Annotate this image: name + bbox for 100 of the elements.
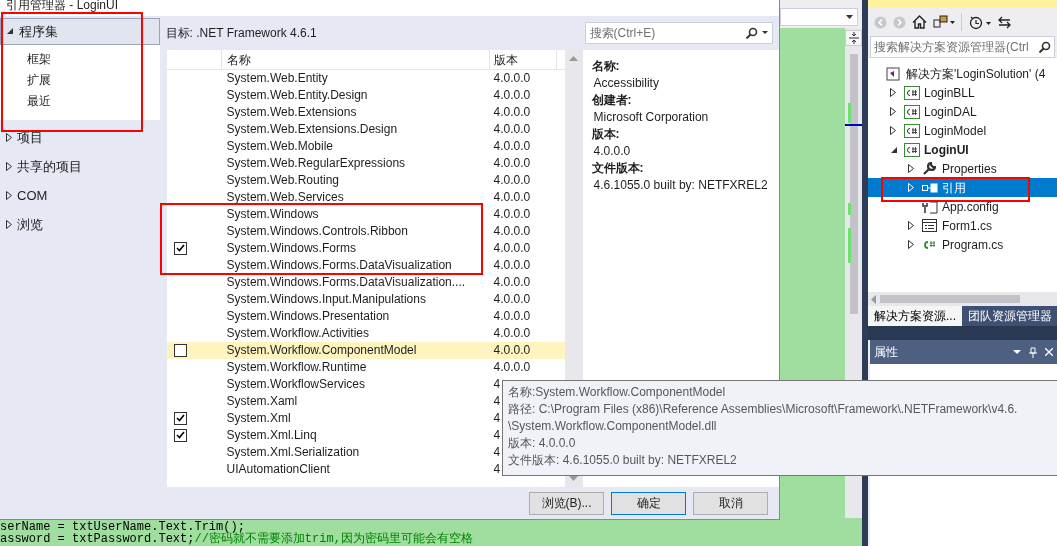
table-row[interactable]: System.Workflow.ComponentModel 4.0.0.0 bbox=[166, 341, 565, 359]
table-row[interactable]: System.Windows 4.0.0.0 bbox=[166, 205, 565, 223]
table-row[interactable]: System.Web.Mobile 4.0.0.0 bbox=[166, 137, 565, 155]
search-field[interactable]: 搜索解决方案资源管理器(Ctrl bbox=[870, 36, 1055, 58]
dialog-button[interactable]: 确定 bbox=[611, 491, 686, 515]
nav-subitem[interactable]: 框架 bbox=[0, 48, 160, 70]
tree-item[interactable]: App.config bbox=[868, 197, 1057, 216]
assembly-version: 4 bbox=[492, 427, 501, 445]
nav-item[interactable]: COM bbox=[0, 181, 160, 209]
expand-arrow-icon[interactable] bbox=[908, 221, 914, 230]
window-title: 引用管理器 - LoginUI bbox=[0, 0, 779, 16]
assembly-version: 4.0.0.0 bbox=[492, 155, 531, 173]
nav-item[interactable]: 浏览 bbox=[0, 210, 160, 238]
expand-arrow-icon[interactable] bbox=[6, 219, 12, 229]
checkbox[interactable] bbox=[173, 428, 187, 442]
column-header[interactable]: 版本 bbox=[489, 49, 557, 69]
collapse-arrow-icon[interactable] bbox=[6, 27, 14, 36]
collapse-arrow-icon[interactable] bbox=[890, 145, 898, 154]
tree-item[interactable]: LoginModel bbox=[868, 121, 1057, 140]
assembly-name: System.Web.Extensions.Design bbox=[225, 121, 399, 139]
sync-icon[interactable] bbox=[933, 15, 955, 29]
table-row[interactable]: System.Web.Entity 4.0.0.0 bbox=[166, 69, 565, 87]
table-row[interactable]: System.Windows.Forms.DataVisualization.... 4.0.0.0 bbox=[166, 273, 565, 291]
table-row[interactable]: System.Windows.Input.Manipulations 4.0.0.0 bbox=[166, 290, 565, 308]
pin-icon[interactable] bbox=[1029, 346, 1037, 358]
table-row[interactable]: System.Web.RegularExpressions 4.0.0.0 bbox=[166, 154, 565, 172]
tooltip-line: 文件版本: 4.6.1055.0 built by: NETFXREL2 bbox=[508, 452, 738, 469]
assembly-version: 4.0.0.0 bbox=[492, 240, 531, 258]
search-icon bbox=[1038, 41, 1051, 53]
tree-item[interactable]: Form1.cs bbox=[868, 216, 1057, 235]
expand-arrow-icon[interactable] bbox=[908, 164, 914, 173]
tree-item[interactable]: 引用 bbox=[868, 178, 1057, 197]
horizontal-scrollbar[interactable] bbox=[868, 292, 1057, 306]
checkbox[interactable] bbox=[173, 343, 187, 357]
assembly-name: System.Windows bbox=[225, 206, 320, 224]
expand-arrow-icon[interactable] bbox=[6, 161, 12, 171]
close-icon[interactable] bbox=[1045, 348, 1053, 356]
wrench-icon bbox=[922, 161, 936, 176]
nav-subitem[interactable]: 最近 bbox=[0, 90, 160, 112]
expand-arrow-icon[interactable] bbox=[908, 240, 914, 249]
tree-item[interactable]: LoginUI bbox=[868, 140, 1057, 159]
assembly-version: 4.0.0.0 bbox=[492, 206, 531, 224]
tree-item[interactable]: Program.cs bbox=[868, 235, 1057, 254]
tooltip-line: 名称:System.Workflow.ComponentModel bbox=[508, 384, 727, 401]
detail-value: Microsoft Corporation bbox=[592, 108, 710, 126]
checkbox[interactable] bbox=[173, 241, 187, 255]
expand-arrow-icon[interactable] bbox=[890, 107, 896, 116]
assembly-name: System.Workflow.Runtime bbox=[225, 359, 368, 377]
expand-arrow-icon[interactable] bbox=[890, 88, 896, 97]
csharp-project-icon bbox=[904, 123, 920, 138]
detail-label: 文件版本: bbox=[591, 159, 645, 177]
expand-arrow-icon[interactable] bbox=[6, 190, 12, 200]
panel-tab[interactable]: 解决方案资源... bbox=[868, 306, 962, 326]
detail-label: 创建者: bbox=[591, 91, 633, 109]
caret-icon[interactable] bbox=[762, 31, 768, 35]
table-row[interactable]: System.Web.Services 4.0.0.0 bbox=[166, 188, 565, 206]
dialog-button[interactable]: 取消 bbox=[693, 491, 768, 515]
tree-item[interactable]: LoginBLL bbox=[868, 83, 1057, 102]
table-row[interactable]: System.Web.Extensions 4.0.0.0 bbox=[166, 103, 565, 121]
assembly-name: System.Windows.Input.Manipulations bbox=[225, 291, 427, 309]
tooltip-line: 路径: C:\Program Files (x86)\Reference Assemblies\Microsoft\Framework\.NETFramework\v4.6. bbox=[508, 401, 1019, 418]
assembly-name: System.Xml.Linq bbox=[225, 427, 318, 445]
assembly-name: System.Workflow.ComponentModel bbox=[225, 342, 418, 360]
search-field[interactable]: 搜索(Ctrl+E) bbox=[584, 21, 773, 44]
history-icon[interactable] bbox=[968, 14, 992, 30]
column-header[interactable]: 名称 bbox=[221, 49, 490, 69]
table-row[interactable]: System.Windows.Controls.Ribbon 4.0.0.0 bbox=[166, 222, 565, 240]
tree-item[interactable]: Properties bbox=[868, 159, 1057, 178]
assembly-name: System.Workflow.Activities bbox=[225, 325, 371, 343]
assembly-version: 4.0.0.0 bbox=[492, 308, 531, 326]
table-row[interactable]: System.Windows.Forms.DataVisualization 4.0.0.0 bbox=[166, 256, 565, 274]
table-row[interactable]: System.Workflow.Activities 4.0.0.0 bbox=[166, 324, 565, 342]
expand-arrow-icon[interactable] bbox=[6, 132, 12, 142]
dialog-button[interactable]: 浏览(B)... bbox=[529, 491, 604, 515]
swap-arrows-icon[interactable] bbox=[998, 15, 1011, 29]
assembly-version: 4 bbox=[492, 393, 501, 411]
checkbox[interactable] bbox=[173, 411, 187, 425]
table-row[interactable]: System.Web.Entity.Design 4.0.0.0 bbox=[166, 86, 565, 104]
caret-icon[interactable] bbox=[1013, 350, 1021, 354]
nav-subitem[interactable]: 扩展 bbox=[0, 69, 160, 91]
nav-item[interactable]: 程序集 bbox=[0, 17, 160, 45]
tree-item[interactable]: 解决方案'LoginSolution' (4 bbox=[868, 64, 1057, 83]
code-text: serName = txtUserName.Text.Trim(); bbox=[0, 521, 245, 534]
table-row[interactable]: System.Web.Routing 4.0.0.0 bbox=[166, 171, 565, 189]
table-row[interactable]: System.Windows.Forms 4.0.0.0 bbox=[166, 239, 565, 257]
table-row[interactable]: System.Workflow.Runtime 4.0.0.0 bbox=[166, 358, 565, 376]
expand-arrow-icon[interactable] bbox=[890, 126, 896, 135]
assembly-name: System.Web.Routing bbox=[225, 172, 341, 190]
table-row[interactable]: System.Windows.Presentation 4.0.0.0 bbox=[166, 307, 565, 325]
caret-icon bbox=[846, 15, 853, 19]
assembly-version: 4.0.0.0 bbox=[492, 359, 531, 377]
nav-item[interactable]: 共享的项目 bbox=[0, 152, 160, 180]
table-row[interactable]: System.Web.Extensions.Design 4.0.0.0 bbox=[166, 120, 565, 138]
tree-item[interactable]: LoginDAL bbox=[868, 102, 1057, 121]
home-icon[interactable] bbox=[912, 15, 927, 29]
nav-item[interactable]: 项目 bbox=[0, 123, 160, 151]
detail-label: 版本: bbox=[591, 125, 621, 143]
panel-tab[interactable]: 团队资源管理器 bbox=[962, 306, 1057, 326]
checkmark-icon bbox=[175, 244, 185, 253]
split-icon[interactable] bbox=[848, 32, 859, 44]
